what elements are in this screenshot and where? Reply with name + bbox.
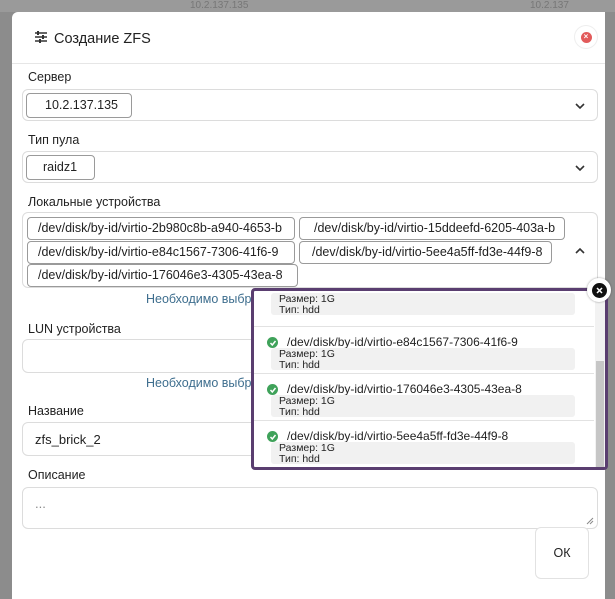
sliders-icon: [34, 30, 48, 48]
device-path: /dev/disk/by-id/virtio-e84c1567-7306-41f…: [287, 335, 518, 349]
lun-devices-hint: Необходимо выбр: [146, 376, 252, 390]
device-dropdown-popup: Размер: 1G Тип: hdd /dev/disk/by-id/virt…: [251, 288, 608, 470]
device-size: Размер: 1G: [279, 348, 335, 360]
device-type: Тип: hdd: [279, 358, 320, 371]
device-info: Размер: 1G Тип: hdd: [271, 442, 575, 464]
popup-scrollbar[interactable]: [595, 291, 605, 467]
close-button[interactable]: ×: [575, 26, 597, 48]
resize-handle-icon[interactable]: [586, 517, 594, 525]
chevron-down-icon[interactable]: [574, 162, 586, 174]
check-icon: [267, 384, 278, 395]
local-devices-hint: Необходимо выбр: [146, 292, 252, 306]
device-chip[interactable]: /dev/disk/by-id/virtio-2b980c8b-a940-465…: [27, 217, 295, 240]
ok-button[interactable]: ОК: [535, 527, 589, 579]
list-item[interactable]: /dev/disk/by-id/virtio-176046e3-4305-43e…: [254, 375, 594, 421]
device-chip[interactable]: /dev/disk/by-id/virtio-15ddeefd-6205-403…: [299, 217, 565, 240]
scrollbar-thumb[interactable]: [596, 361, 604, 467]
local-devices-label: Локальные устройства: [28, 195, 161, 209]
device-chip[interactable]: /dev/disk/by-id/virtio-176046e3-4305-43e…: [27, 264, 298, 287]
popup-close-button[interactable]: [587, 278, 611, 302]
name-label: Название: [28, 404, 84, 418]
lun-devices-label: LUN устройства: [28, 322, 121, 336]
device-info: Размер: 1G Тип: hdd: [271, 348, 575, 370]
device-type: Тип: hdd: [279, 303, 320, 316]
device-path: /dev/disk/by-id/virtio-176046e3-4305-43e…: [287, 382, 522, 396]
server-label: Сервер: [28, 70, 72, 84]
device-size: Размер: 1G: [279, 293, 335, 305]
server-value: 10.2.137.135: [26, 93, 132, 118]
description-placeholder: ...: [35, 496, 46, 511]
dialog-title-text: Создание ZFS: [54, 31, 151, 47]
background-text: 10.2.137.135: [190, 0, 249, 11]
device-chip[interactable]: /dev/disk/by-id/virtio-e84c1567-7306-41f…: [27, 241, 295, 264]
check-icon: [267, 431, 278, 442]
close-icon: ×: [580, 31, 592, 43]
chevron-up-icon[interactable]: [574, 245, 586, 257]
pool-type-select[interactable]: raidz1: [22, 151, 598, 183]
device-path: /dev/disk/by-id/virtio-5ee4a5ff-fd3e-44f…: [287, 429, 509, 443]
device-size: Размер: 1G: [279, 395, 335, 407]
description-textarea[interactable]: ...: [22, 487, 598, 529]
description-label: Описание: [28, 468, 86, 482]
device-type: Тип: hdd: [279, 405, 320, 418]
dialog-header: Создание ZFS ×: [12, 12, 615, 64]
device-type: Тип: hdd: [279, 452, 320, 465]
list-item[interactable]: /dev/disk/by-id/virtio-5ee4a5ff-fd3e-44f…: [254, 422, 594, 467]
device-info: Размер: 1G Тип: hdd: [271, 293, 575, 315]
background-strip: 10.2.137.135 10.2.137: [0, 0, 615, 12]
list-item[interactable]: Размер: 1G Тип: hdd: [254, 291, 594, 327]
dialog-title: Создание ZFS: [34, 30, 151, 48]
device-chip[interactable]: /dev/disk/by-id/virtio-5ee4a5ff-fd3e-44f…: [299, 241, 552, 264]
local-devices-select[interactable]: /dev/disk/by-id/virtio-2b980c8b-a940-465…: [22, 212, 598, 288]
chevron-down-icon[interactable]: [574, 100, 586, 112]
pool-type-label: Тип пула: [28, 133, 80, 147]
background-text: 10.2.137: [530, 0, 569, 11]
name-value: zfs_brick_2: [35, 432, 101, 447]
device-size: Размер: 1G: [279, 442, 335, 454]
check-icon: [267, 337, 278, 348]
pool-type-value: raidz1: [26, 155, 95, 180]
close-icon: [591, 282, 607, 298]
device-info: Размер: 1G Тип: hdd: [271, 395, 575, 417]
server-select[interactable]: 10.2.137.135: [22, 89, 598, 121]
list-item[interactable]: /dev/disk/by-id/virtio-e84c1567-7306-41f…: [254, 328, 594, 374]
